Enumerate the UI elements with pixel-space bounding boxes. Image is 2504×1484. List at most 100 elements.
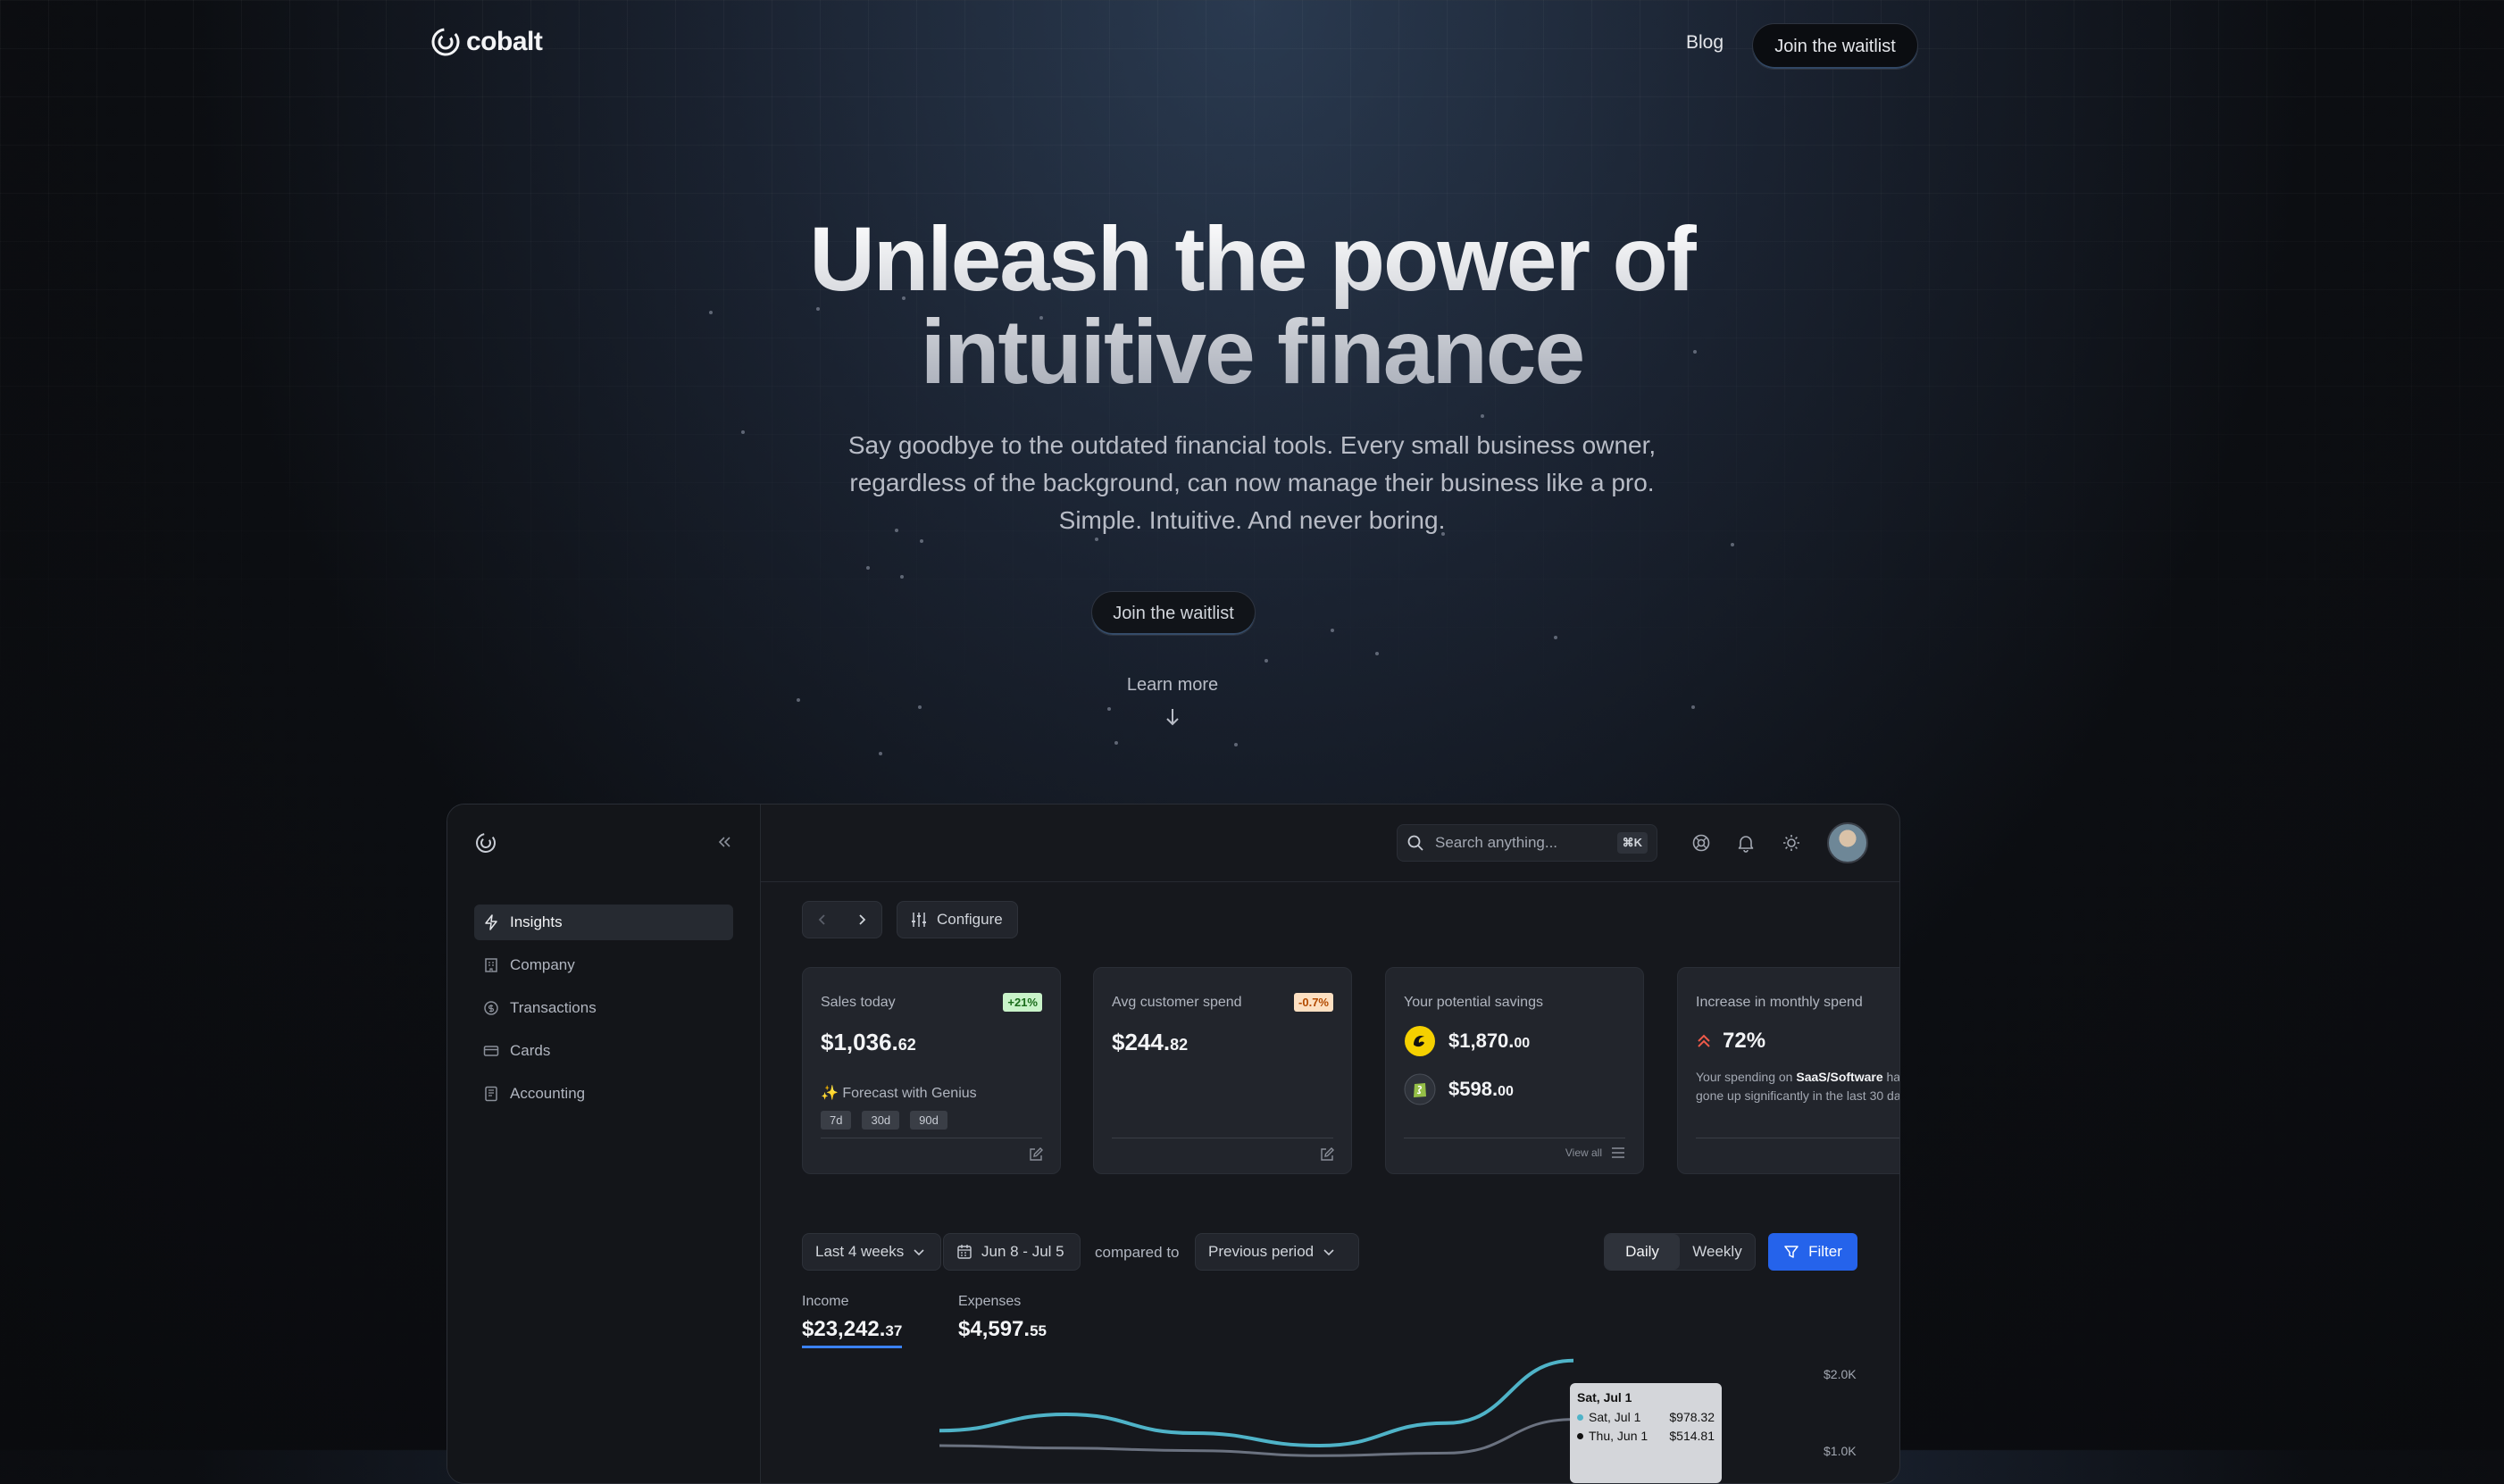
income-metric[interactable]: Income $23,242.37 [802, 1294, 903, 1348]
topbar: Search anything... ⌘K [761, 805, 1899, 882]
star-decoration [920, 539, 923, 543]
card-label: Your potential savings [1404, 995, 1543, 1010]
sidebar-item-accounting[interactable]: Accounting [474, 1076, 733, 1112]
increase-description: Your spending on SaaS/Software has gone … [1696, 1068, 1899, 1105]
savings-value: $1,870.00 [1448, 1030, 1530, 1053]
chip-90d[interactable]: 90d [910, 1111, 947, 1130]
cobalt-logo-icon [431, 28, 460, 56]
star-decoration [1265, 659, 1268, 663]
avatar[interactable] [1827, 822, 1868, 863]
sidebar-item-label: Transactions [510, 999, 597, 1016]
metric-label: Income [802, 1294, 849, 1309]
help-icon[interactable] [1691, 833, 1711, 853]
filter-button[interactable]: Filter [1768, 1233, 1857, 1271]
brand-logo[interactable]: cobalt [430, 27, 543, 57]
hero-waitlist-button[interactable]: Join the waitlist [1091, 591, 1256, 636]
learn-more-link[interactable]: Learn more [1118, 675, 1227, 696]
income-chart[interactable] [761, 1358, 1899, 1483]
date-range-picker[interactable]: Jun 8 - Jul 5 [943, 1233, 1081, 1271]
range-select[interactable]: Last 4 weeks [802, 1233, 941, 1271]
card-label: Increase in monthly spend [1696, 995, 1863, 1010]
sidebar-item-transactions[interactable]: Transactions [474, 990, 733, 1026]
search-icon [1407, 835, 1423, 851]
series-line [939, 1358, 1574, 1448]
sun-icon[interactable] [1782, 833, 1801, 853]
value-main: $1,870. [1448, 1030, 1515, 1052]
main-panel: Search anything... ⌘K Configure Sales to… [761, 805, 1899, 1483]
avg-customer-spend-card[interactable]: Avg customer spend -0.7% $244.82 [1093, 967, 1352, 1174]
configure-button[interactable]: Configure [897, 901, 1018, 938]
chip-7d[interactable]: 7d [821, 1111, 852, 1130]
double-chevron-up-icon [1698, 1034, 1710, 1047]
edit-icon[interactable] [1028, 1146, 1044, 1163]
value-cents: 37 [885, 1322, 903, 1339]
weekly-tab[interactable]: Weekly [1680, 1234, 1755, 1270]
mailchimp-logo-icon [1405, 1026, 1435, 1056]
sidebar-item-company[interactable]: Company [474, 947, 733, 983]
value-main: $244. [1112, 1029, 1171, 1055]
chevron-left-icon [818, 914, 825, 925]
nav-waitlist-button[interactable]: Join the waitlist [1752, 23, 1918, 70]
search-placeholder: Search anything... [1435, 834, 1558, 851]
value-main: $1,036. [821, 1029, 898, 1055]
dashboard-preview: Insights Company Transactions Cards Acco… [447, 804, 1900, 1484]
configure-label: Configure [937, 911, 1003, 928]
sidebar: Insights Company Transactions Cards Acco… [447, 805, 761, 1483]
value-cents: 00 [1514, 1036, 1531, 1051]
shortcut-badge: ⌘K [1616, 832, 1648, 854]
savings-row: $598.00 [1404, 1073, 1514, 1105]
filter-icon [1784, 1246, 1799, 1258]
tooltip-row: Sat, Jul 1 $978.32 [1577, 1410, 1715, 1424]
daily-tab[interactable]: Daily [1605, 1234, 1680, 1270]
increase-value: 72% [1696, 1029, 1765, 1054]
expenses-metric[interactable]: Expenses $4,597.55 [958, 1294, 1047, 1342]
next-button[interactable] [842, 902, 881, 938]
star-decoration [918, 705, 922, 709]
view-all-link[interactable]: View all [1565, 1146, 1625, 1159]
star-decoration [1375, 652, 1379, 655]
edit-icon[interactable] [1319, 1146, 1335, 1163]
value-cents: 62 [897, 1036, 916, 1054]
value-main: $4,597. [958, 1317, 1031, 1341]
search-input[interactable]: Search anything... ⌘K [1397, 824, 1657, 862]
sidebar-item-insights[interactable]: Insights [474, 905, 733, 940]
arrow-down-icon[interactable] [1164, 707, 1181, 727]
value-cents: 00 [1498, 1084, 1514, 1099]
sidebar-item-cards[interactable]: Cards [474, 1033, 733, 1069]
sales-today-card[interactable]: Sales today +21% $1,036.62 ✨ Forecast wi… [802, 967, 1061, 1174]
view-all-label: View all [1565, 1146, 1602, 1159]
series-dot [1577, 1413, 1583, 1421]
tooltip-row-value: $514.81 [1669, 1429, 1715, 1443]
pager [802, 901, 882, 938]
forecast-link[interactable]: ✨ Forecast with Genius [821, 1084, 977, 1102]
coin-icon [484, 1001, 498, 1015]
bell-icon[interactable] [1736, 833, 1756, 853]
nav-blog-link[interactable]: Blog [1686, 32, 1724, 54]
potential-savings-card[interactable]: Your potential savings $1,870.00 $598.00… [1385, 967, 1644, 1174]
hero-subtitle: Say goodbye to the outdated financial to… [750, 427, 1754, 539]
savings-value: $598.00 [1448, 1078, 1514, 1101]
increase-percent: 72% [1723, 1029, 1766, 1053]
card-icon [483, 1046, 499, 1056]
brand-name: cobalt [466, 27, 543, 56]
hero-title-line1: Unleash the power of [809, 208, 1695, 310]
star-decoration [866, 566, 870, 570]
value-main: $23,242. [802, 1317, 886, 1341]
star-decoration [1234, 743, 1238, 746]
sidebar-item-label: Cards [510, 1042, 551, 1059]
hero-title: Unleash the power of intuitive finance [0, 213, 2504, 398]
card-value: $244.82 [1112, 1029, 1188, 1056]
cobalt-logo-icon[interactable] [474, 831, 497, 855]
desc-category: SaaS/Software [1796, 1070, 1883, 1084]
tooltip-row-label: Thu, Jun 1 [1589, 1429, 1648, 1443]
calendar-icon [957, 1245, 972, 1259]
desc-pre: Your spending on [1696, 1070, 1797, 1084]
bolt-icon [485, 914, 497, 930]
compare-select[interactable]: Previous period [1195, 1233, 1359, 1271]
collapse-sidebar-icon[interactable] [715, 833, 733, 851]
monthly-spend-card[interactable]: Increase in monthly spend 72% Your spend… [1677, 967, 1899, 1174]
prev-button[interactable] [803, 902, 842, 938]
chip-30d[interactable]: 30d [862, 1111, 900, 1130]
star-decoration [1114, 741, 1118, 745]
status-badge: +21% [1003, 993, 1042, 1012]
